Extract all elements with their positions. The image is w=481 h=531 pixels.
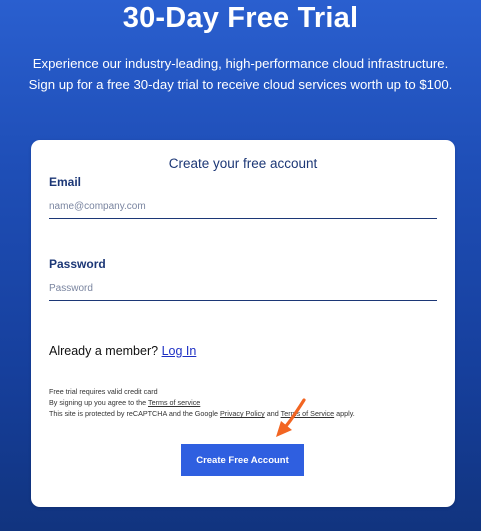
apply-text: apply.: [336, 409, 355, 419]
login-link[interactable]: Log In: [162, 344, 197, 358]
password-label: Password: [49, 257, 106, 271]
pointer-arrow-icon: [276, 398, 306, 437]
email-label: Email: [49, 175, 82, 189]
password-field[interactable]: [49, 277, 437, 301]
hero-subtitle-line1: Experience our industry-leading, high-pe…: [32, 56, 449, 71]
already-member-row: Already a member? Log In: [49, 344, 196, 358]
fine-print-line1: Free trial requires valid credit card: [49, 387, 158, 396]
email-field[interactable]: [49, 195, 437, 219]
signup-card: Create your free account Email Password …: [31, 140, 455, 507]
fine-print-line2-text: By signing up you agree to the: [49, 398, 147, 408]
already-member-text: Already a member?: [49, 344, 159, 358]
recaptcha-text: This site is protected by reCAPTCHA and …: [49, 409, 218, 419]
privacy-policy-link[interactable]: Privacy Policy: [220, 409, 265, 418]
hero-subtitle: Experience our industry-leading, high-pe…: [0, 53, 481, 95]
hero-subtitle-line2: Sign up for a free 30-day trial to recei…: [28, 77, 453, 92]
terms-of-service-link[interactable]: Terms of service: [148, 398, 200, 407]
card-title: Create your free account: [168, 156, 318, 171]
page-title: 30-Day Free Trial: [122, 2, 359, 34]
create-account-button[interactable]: Create Free Account: [181, 444, 304, 476]
